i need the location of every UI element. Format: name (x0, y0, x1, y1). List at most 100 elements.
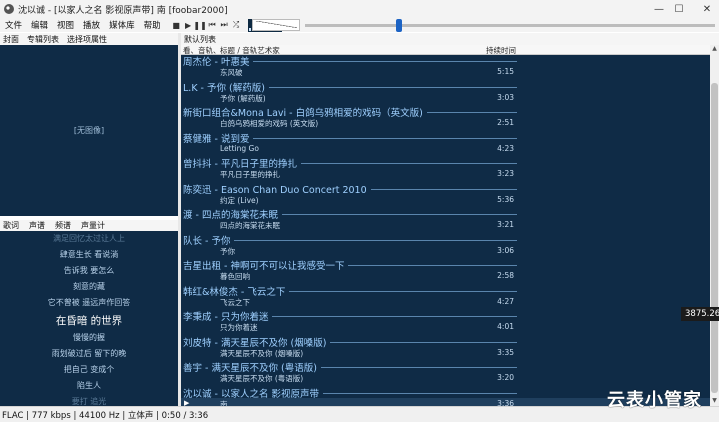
track-duration: 3:23 (497, 169, 514, 178)
random-button[interactable]: ⤮ (231, 20, 242, 31)
volume-slider[interactable] (252, 19, 300, 31)
status-text: FLAC | 777 kbps | 44100 Hz | 立体声 | 0:50 … (2, 410, 209, 421)
lyric-line-current: 在昏暗 的世界 (55, 315, 123, 327)
track-row[interactable]: 四点的海棠花未眠 3:21 (181, 219, 710, 232)
group-separator (234, 239, 517, 241)
track-title: Letting Go (220, 143, 259, 153)
track-title: 暮色回响 (220, 272, 250, 281)
track-title: 白鸽乌鸦相爱的戏码 (英文版) (220, 119, 319, 128)
group-separator (253, 61, 517, 62)
track-row[interactable]: 东风破 5:15 (181, 66, 710, 79)
track-title: 约定 (Live) (220, 195, 259, 205)
tab-selection-properties[interactable]: 选择项属性 (64, 34, 112, 45)
play-button[interactable]: ▶ (183, 20, 194, 31)
lyric-line: 满足回忆太过让人上 (53, 234, 125, 243)
track-duration: 3:35 (497, 347, 514, 357)
now-playing-icon: ▶ (184, 398, 190, 407)
previous-button[interactable]: ⏮ (207, 20, 218, 31)
group-separator (289, 290, 517, 292)
group-separator (320, 367, 517, 368)
group-separator (253, 137, 517, 139)
window-title: 沈以诚 - [以家人之名 影视原声带] 南 [foobar2000] (18, 5, 228, 16)
title-bar: 沈以诚 - [以家人之名 影视原声带] 南 [foobar2000] (0, 0, 719, 18)
track-row[interactable]: 飞云之下 4:27 (181, 296, 710, 309)
pause-button[interactable]: ❚❚ (193, 20, 206, 31)
track-duration: 3:21 (497, 220, 514, 229)
scroll-down-arrow[interactable]: ▼ (711, 398, 718, 404)
group-separator (281, 214, 517, 215)
group-separator (272, 316, 517, 317)
track-duration: 2:51 (497, 118, 514, 127)
track-duration: 2:58 (497, 271, 514, 280)
seek-knob[interactable] (396, 19, 403, 32)
track-row[interactable]: 暮色回响 2:58 (181, 270, 710, 283)
track-row[interactable]: 约定 (Live) 5:36 (181, 194, 710, 207)
tab-vu-meter[interactable]: 声量计 (78, 220, 112, 231)
track-row[interactable]: 只为你着迷 4:01 (181, 321, 710, 334)
track-row[interactable]: Letting Go 4:23 (181, 143, 710, 156)
lyrics-panel: 满足回忆太过让人上 肆意生长 看说淌 告诉我 要怎么 刻意的藏 它不曾被 遥远声… (0, 231, 178, 406)
track-row[interactable]: 平凡日子里的挣扎 3:23 (181, 168, 710, 181)
lyric-line: 把自己 变成个 (63, 365, 115, 374)
playlist-tab-default[interactable]: 默认列表 (184, 34, 216, 45)
playlist-view[interactable]: 周杰伦 - 叶惠美 东风破 5:15 L.K - 予你 (解药版) 予你 (解药版) 3:… (181, 55, 710, 406)
group-separator (348, 265, 517, 266)
menu-file[interactable]: 文件 (0, 19, 26, 31)
playlist-tab-bar: 默认列表 (181, 33, 719, 45)
track-row[interactable]: 予你 3:06 (181, 245, 710, 258)
menu-playback[interactable]: 播放 (78, 19, 104, 31)
track-row[interactable]: 满天星辰不及你 (粤语版) 3:20 (181, 372, 710, 385)
seek-bar[interactable] (305, 19, 715, 32)
lyric-line: 慢慢的握 (73, 333, 105, 342)
track-duration: 3:06 (497, 245, 514, 255)
next-button[interactable]: ⏭ (219, 20, 230, 31)
track-duration: 5:15 (497, 67, 514, 76)
album-cover: [无图像] (0, 45, 178, 216)
scroll-up-arrow[interactable]: ▲ (711, 46, 718, 52)
track-duration: 3:20 (497, 373, 514, 382)
stop-button[interactable]: ■ (171, 20, 182, 31)
scroll-thumb[interactable] (711, 83, 718, 393)
app-icon (4, 4, 14, 14)
volume-level (255, 21, 297, 28)
left-bottom-tabs: 歌词 声谱 频谱 声量计 (0, 220, 178, 231)
lyric-line: 要打 追光 (71, 397, 107, 406)
tab-cover[interactable]: 封面 (0, 34, 24, 45)
watermark: 云表小管家 (607, 390, 702, 411)
track-duration: 4:23 (497, 143, 514, 153)
tab-lyrics[interactable]: 歌词 (0, 220, 26, 231)
left-top-tabs: 封面 专辑列表 选择项属性 (0, 33, 178, 45)
menu-view[interactable]: 视图 (52, 19, 78, 31)
track-title: 满天星辰不及你 (粤语版) (220, 374, 304, 383)
track-row[interactable]: 予你 (解药版) 3:03 (181, 92, 710, 105)
group-separator (300, 163, 517, 164)
close-button[interactable]: ✕ (687, 0, 719, 18)
track-title: 东风破 (220, 68, 243, 77)
playlist-scrollbar[interactable]: ▲ ▼ (710, 45, 719, 406)
menu-edit[interactable]: 编辑 (26, 19, 52, 31)
group-separator (370, 188, 517, 190)
tab-spectrogram[interactable]: 声谱 (26, 220, 52, 231)
group-separator (268, 86, 517, 88)
lyric-line: 雨划破过后 留下的晚 (51, 349, 127, 358)
group-separator (330, 341, 517, 343)
track-title: 平凡日子里的挣扎 (220, 170, 280, 179)
menu-library[interactable]: 媒体库 (104, 19, 139, 31)
lyric-line: 陷生人 (77, 381, 101, 390)
tab-spectrum[interactable]: 频谱 (52, 220, 78, 231)
track-title: 飞云之下 (220, 297, 250, 307)
track-row[interactable]: 满天星辰不及你 (烟嗓版) 3:35 (181, 347, 710, 360)
track-row[interactable]: 白鸽乌鸦相爱的戏码 (英文版) 2:51 (181, 117, 710, 130)
track-title: 南 (220, 399, 228, 407)
track-title: 予你 (220, 246, 235, 256)
track-duration: 4:01 (497, 322, 514, 331)
menu-help[interactable]: 帮助 (139, 19, 165, 31)
track-title: 予你 (解药版) (220, 93, 266, 103)
tab-album-list[interactable]: 专辑列表 (24, 34, 64, 45)
playlist-column-header: 看、音轨、 标题 / 音轨艺术家 持续时间 (181, 45, 710, 55)
track-title: 四点的海棠花未眠 (220, 221, 280, 230)
track-title: 只为你着迷 (220, 323, 258, 332)
track-duration: 4:27 (497, 296, 514, 306)
lyric-line: 刻意的藏 (73, 282, 105, 291)
track-duration: 5:36 (497, 194, 514, 204)
